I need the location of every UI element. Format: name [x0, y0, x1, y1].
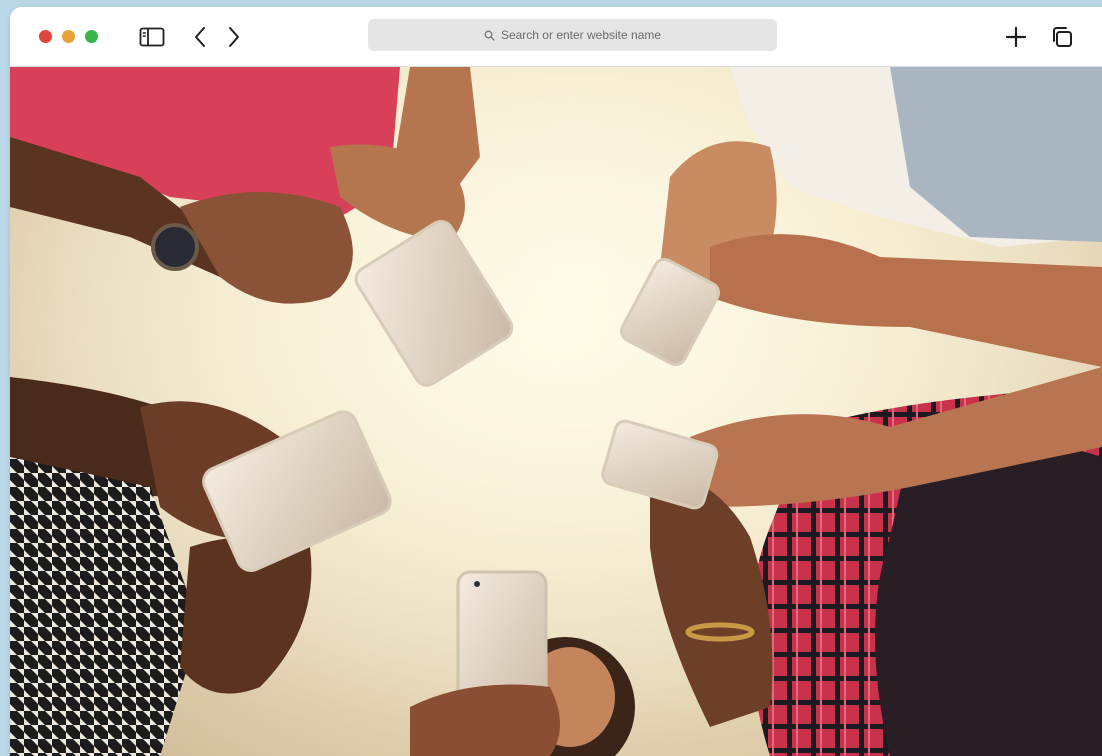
new-tab-button[interactable]	[1002, 23, 1030, 51]
search-icon	[484, 30, 495, 41]
forward-icon	[229, 27, 239, 47]
address-bar[interactable]: Search or enter website name	[368, 19, 777, 51]
sidebar-icon	[139, 27, 165, 47]
tabs-overview-icon	[1053, 27, 1072, 47]
new-tab-icon	[1005, 26, 1027, 48]
back-icon	[195, 27, 205, 47]
forward-button[interactable]	[220, 23, 248, 51]
photo-people-with-phones	[10, 67, 1102, 756]
tab-overview-button[interactable]	[1048, 23, 1076, 51]
address-bar-placeholder: Search or enter website name	[500, 28, 662, 42]
close-window-button[interactable]	[39, 30, 52, 43]
page-content	[10, 67, 1102, 756]
wristwatch	[151, 223, 199, 271]
browser-toolbar: Search or enter website name	[10, 7, 1102, 67]
browser-window: Search or enter website name	[10, 7, 1102, 756]
sidebar-toggle-button[interactable]	[138, 23, 166, 51]
zoom-window-button[interactable]	[85, 30, 98, 43]
minimize-window-button[interactable]	[62, 30, 75, 43]
back-button[interactable]	[186, 23, 214, 51]
